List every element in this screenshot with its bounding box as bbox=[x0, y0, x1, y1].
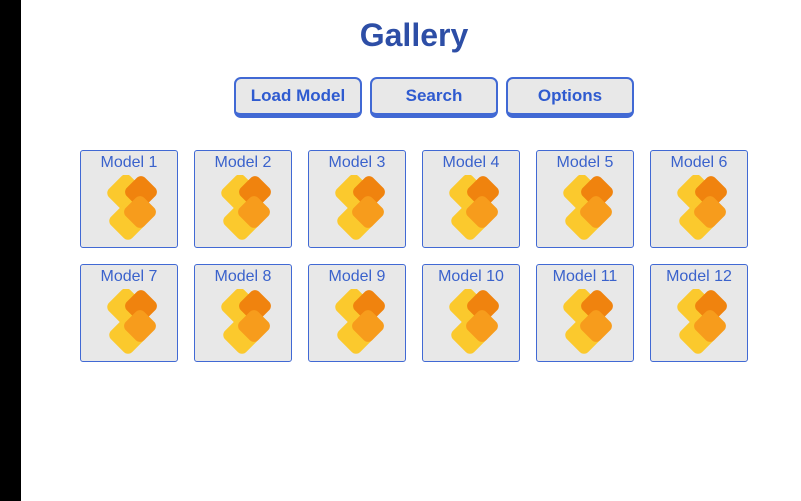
model-tile-label: Model 1 bbox=[100, 154, 158, 171]
model-tile[interactable]: Model 7 bbox=[80, 264, 178, 362]
options-button[interactable]: Options bbox=[506, 77, 634, 118]
model-tile[interactable]: Model 5 bbox=[536, 150, 634, 248]
model-tile-label: Model 7 bbox=[100, 268, 158, 285]
model-tile-label: Model 5 bbox=[556, 154, 614, 171]
model-tile-label: Model 2 bbox=[214, 154, 272, 171]
model-tile-label: Model 6 bbox=[670, 154, 728, 171]
model-tile[interactable]: Model 9 bbox=[308, 264, 406, 362]
model-tile-label: Model 8 bbox=[214, 268, 272, 285]
toolbar: Load Model Search Options bbox=[234, 77, 634, 118]
model-icon bbox=[107, 175, 157, 240]
model-icon bbox=[677, 289, 727, 354]
model-tile-label: Model 9 bbox=[328, 268, 386, 285]
search-button[interactable]: Search bbox=[370, 77, 498, 118]
model-tile[interactable]: Model 3 bbox=[308, 150, 406, 248]
model-icon bbox=[335, 175, 385, 240]
load-model-button[interactable]: Load Model bbox=[234, 77, 362, 118]
model-tile[interactable]: Model 12 bbox=[650, 264, 748, 362]
model-tile[interactable]: Model 1 bbox=[80, 150, 178, 248]
gallery-page: Gallery Load Model Search Options Model … bbox=[21, 0, 801, 501]
model-tile-label: Model 4 bbox=[442, 154, 500, 171]
model-icon bbox=[563, 289, 613, 354]
model-tile-label: Model 10 bbox=[438, 268, 504, 285]
model-icon bbox=[449, 175, 499, 240]
model-icon bbox=[221, 289, 271, 354]
model-tile-label: Model 11 bbox=[552, 268, 618, 285]
model-tile[interactable]: Model 6 bbox=[650, 150, 748, 248]
model-icon bbox=[107, 289, 157, 354]
model-tile[interactable]: Model 11 bbox=[536, 264, 634, 362]
window-left-edge bbox=[0, 0, 21, 501]
page-title: Gallery bbox=[359, 17, 469, 53]
model-tile[interactable]: Model 4 bbox=[422, 150, 520, 248]
model-tile[interactable]: Model 8 bbox=[194, 264, 292, 362]
model-tile[interactable]: Model 2 bbox=[194, 150, 292, 248]
model-icon bbox=[449, 289, 499, 354]
model-tile-label: Model 3 bbox=[328, 154, 386, 171]
model-icon bbox=[563, 175, 613, 240]
model-tile-label: Model 12 bbox=[666, 268, 732, 285]
model-icon bbox=[335, 289, 385, 354]
model-grid: Model 1 Model 2 Model 3 Model 4 Model 5 … bbox=[80, 150, 748, 362]
model-icon bbox=[221, 175, 271, 240]
model-tile[interactable]: Model 10 bbox=[422, 264, 520, 362]
model-icon bbox=[677, 175, 727, 240]
